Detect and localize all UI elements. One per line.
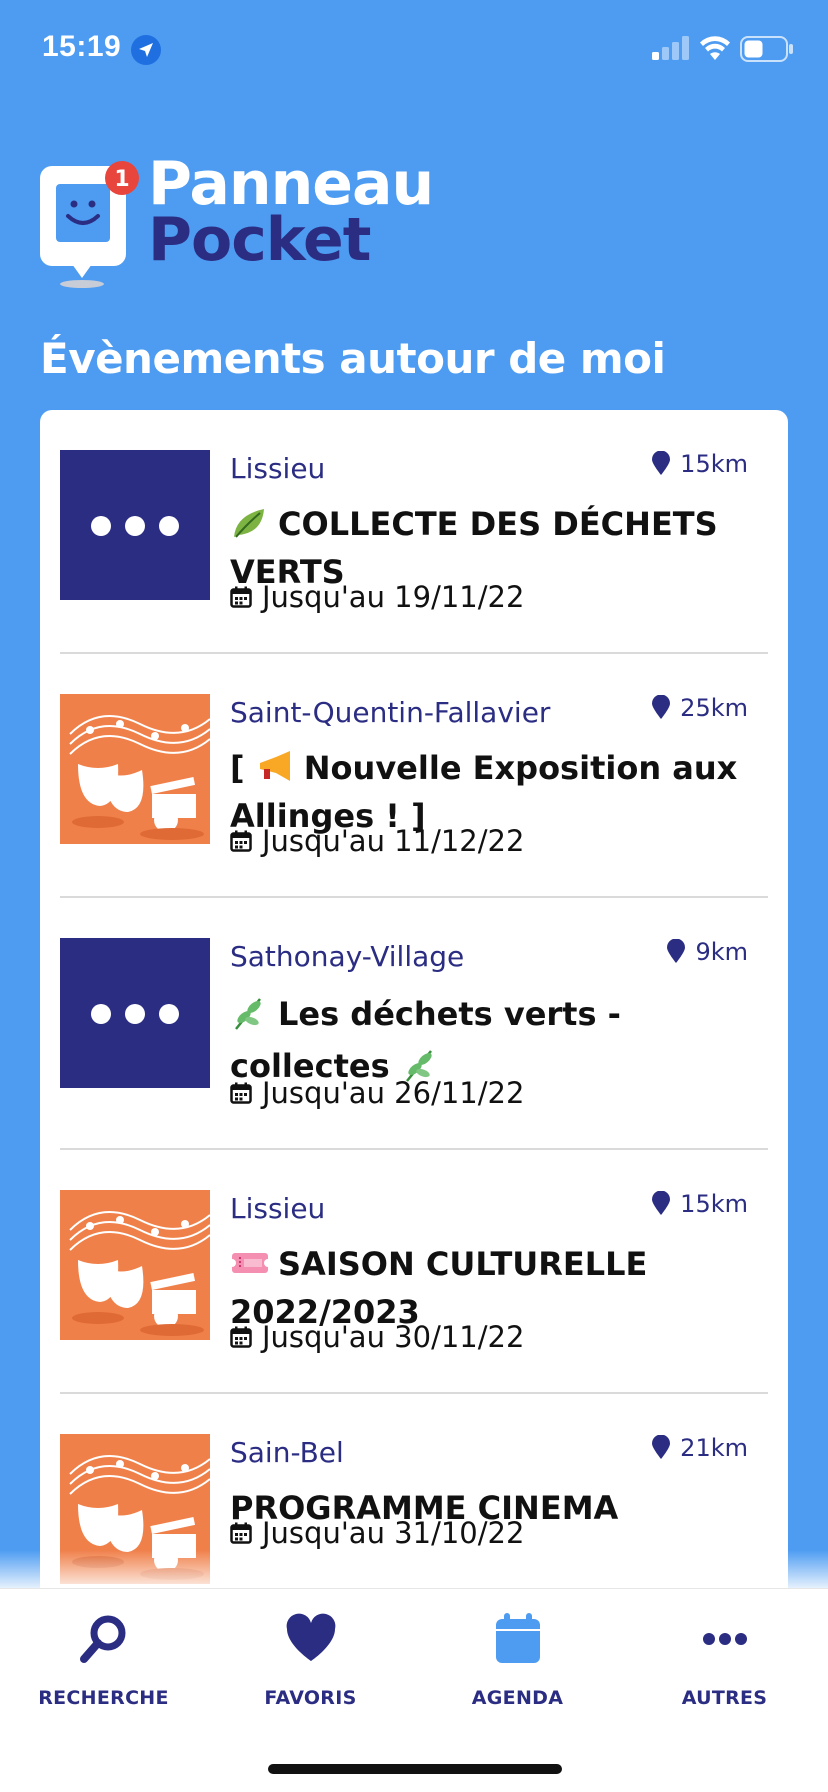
event-item[interactable]: Sathonay-Village 9km Les déchets verts -… [60, 898, 768, 1150]
event-distance: 15km [652, 1190, 748, 1218]
ticket-emoji-icon [230, 1253, 270, 1273]
calendar-icon [230, 1522, 252, 1544]
event-date-text: Jusqu'au 31/10/22 [262, 1516, 525, 1550]
battery-icon [740, 36, 793, 62]
event-thumbnail [60, 938, 210, 1088]
tab-more-label: AUTRES [681, 1687, 768, 1709]
event-title-text: SAISON CULTURELLE 2022/2023 [230, 1245, 648, 1331]
event-distance-value: 21km [680, 1434, 748, 1462]
event-distance: 9km [667, 938, 748, 966]
logo-line2: Pocket [148, 205, 371, 275]
tab-favorites-label: FAVORIS [264, 1687, 357, 1709]
event-date-text: Jusqu'au 30/11/22 [262, 1320, 525, 1354]
bottom-tab-bar: RECHERCHE FAVORIS AGENDA AUTRES [0, 1588, 828, 1792]
page-title: Évènements autour de moi [40, 334, 666, 383]
tab-search-label: RECHERCHE [38, 1687, 169, 1709]
calendar-icon [230, 830, 252, 852]
event-thumbnail [60, 450, 210, 600]
logo-line1: Panneau [148, 149, 434, 219]
calendar-icon [230, 586, 252, 608]
event-date: Jusqu'au 11/12/22 [230, 824, 524, 858]
notification-badge-count: 1 [114, 167, 129, 192]
event-town: Sain-Bel [230, 1436, 344, 1469]
search-icon [79, 1615, 125, 1663]
tab-more[interactable]: AUTRES [621, 1589, 828, 1719]
event-distance-value: 25km [680, 694, 748, 722]
tab-search[interactable]: RECHERCHE [0, 1589, 207, 1719]
calendar-icon [230, 1082, 252, 1104]
event-date: Jusqu'au 30/11/22 [230, 1320, 524, 1354]
heart-icon [286, 1613, 335, 1661]
event-town: Lissieu [230, 1192, 326, 1225]
map-pin-icon [652, 695, 671, 719]
event-date: Jusqu'au 26/11/22 [230, 1076, 524, 1110]
event-item[interactable]: Lissieu 15km SAISON CULTURELLE 2022/2023… [60, 1150, 768, 1394]
scroll-fade [0, 1550, 828, 1590]
event-town: Lissieu [230, 452, 326, 485]
event-item[interactable]: Saint-Quentin-Fallavier 25km [ Nouvelle … [60, 654, 768, 898]
event-distance: 21km [652, 1434, 748, 1462]
culture-theater-icon [60, 694, 210, 844]
map-pin-icon [652, 1191, 671, 1215]
event-distance: 25km [652, 694, 748, 722]
tab-agenda[interactable]: AGENDA [414, 1589, 621, 1719]
status-time: 15:19 [42, 30, 122, 63]
location-arrow-icon [131, 35, 161, 65]
event-date: Jusqu'au 31/10/22 [230, 1516, 524, 1550]
event-date-text: Jusqu'au 11/12/22 [262, 824, 525, 858]
event-town: Sathonay-Village [230, 940, 465, 973]
app-logo-wordmark: Panneau Pocket [148, 149, 434, 275]
event-title-text: Nouvelle Exposition aux Allinges ! ] [230, 749, 738, 835]
event-date-text: Jusqu'au 26/11/22 [262, 1076, 525, 1110]
megaphone-emoji-icon [259, 751, 290, 781]
event-distance: 15km [652, 450, 748, 478]
map-pin-icon [652, 1435, 671, 1459]
tab-favorites[interactable]: FAVORIS [207, 1589, 414, 1719]
panneaupocket-logo-icon: 1 [40, 161, 139, 288]
event-date-text: Jusqu'au 19/11/22 [262, 580, 525, 614]
home-indicator[interactable] [268, 1764, 562, 1774]
event-item[interactable]: Lissieu 15km COLLECTE DES DÉCHETS VERTS … [60, 410, 768, 654]
calendar-icon [495, 1613, 540, 1663]
leaf-emoji-icon [234, 509, 264, 538]
map-pin-icon [652, 451, 671, 475]
cellular-signal-icon [652, 36, 689, 60]
culture-theater-icon [60, 1190, 210, 1340]
event-title-prefix: [ [230, 749, 245, 787]
status-bar: 15:19 [0, 0, 828, 100]
event-date: Jusqu'au 19/11/22 [230, 580, 524, 614]
event-distance-value: 15km [680, 1190, 748, 1218]
calendar-icon [230, 1326, 252, 1348]
wifi-icon [700, 36, 730, 60]
event-town: Saint-Quentin-Fallavier [230, 696, 551, 729]
herb-emoji-icon [235, 998, 261, 1030]
event-title-text: COLLECTE DES DÉCHETS VERTS [230, 505, 718, 591]
event-distance-value: 15km [680, 450, 748, 478]
more-dots-icon [702, 1633, 747, 1645]
event-distance-value: 9km [695, 938, 748, 966]
tab-agenda-label: AGENDA [471, 1687, 564, 1709]
map-pin-icon [667, 939, 686, 963]
